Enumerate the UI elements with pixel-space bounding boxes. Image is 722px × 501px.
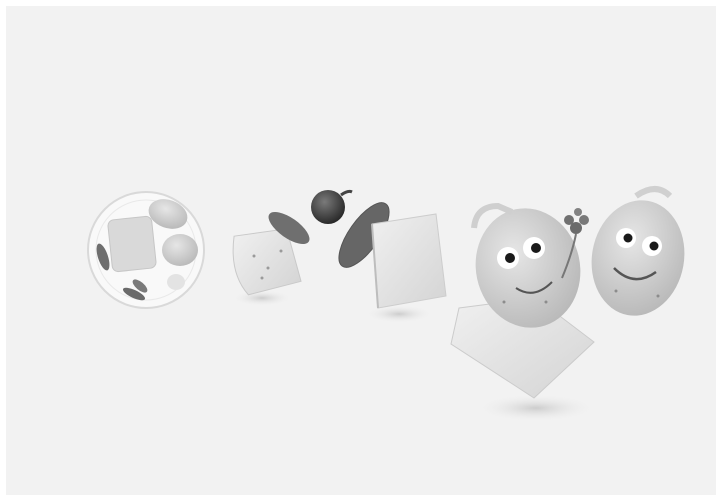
onion: [311, 189, 353, 224]
potato-character-right: [591, 186, 685, 316]
shadow-cheese-bottom: [476, 394, 596, 422]
shadow-cheese-left: [232, 290, 292, 306]
raclette-plate: [87, 191, 205, 309]
photo-frame: [6, 6, 716, 495]
cheese-block-center: [371, 213, 447, 309]
shadow-cheese-center: [365, 305, 433, 323]
raclette-illustration: [87, 186, 685, 422]
